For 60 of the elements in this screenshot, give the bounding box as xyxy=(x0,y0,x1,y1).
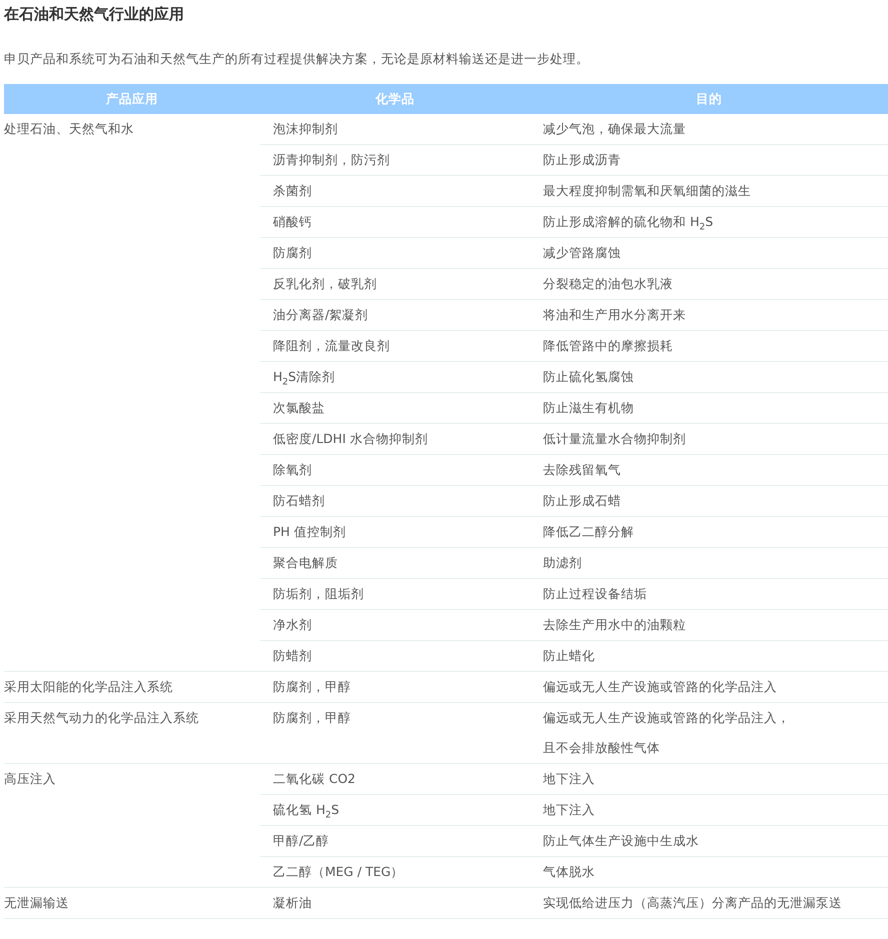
purpose-cell: 最大程度抑制需氧和厌氧细菌的滋生 xyxy=(530,176,888,206)
application-cell: 采用天然气动力的化学品注入系统 xyxy=(4,702,260,764)
purpose-cell: 防止形成石蜡 xyxy=(530,486,888,516)
application-cell: 无泄漏输送 xyxy=(4,888,260,918)
purpose-cell: 偏远或无人生产设施或管路的化学品注入 xyxy=(530,672,888,702)
purpose-cell: 防止气体生产设施中生成水 xyxy=(530,826,888,856)
purpose-cell: 防止滋生有机物 xyxy=(530,392,888,424)
purpose-cell: 防止过程设备结垢 xyxy=(530,578,888,610)
purpose-cell: 气体脱水 xyxy=(530,856,888,888)
chemical-cell: 沥青抑制剂，防污剂 xyxy=(260,144,530,176)
chemical-cell: 泡沫抑制剂 xyxy=(260,114,530,144)
intro-text: 申贝产品和系统可为石油和天然气生产的所有过程提供解决方案，无论是原材料输送还是进一步处理。 xyxy=(4,50,590,68)
column-header: 产品应用 xyxy=(4,84,260,114)
purpose-cell: 偏远或无人生产设施或管路的化学品注入， 且不会排放酸性气体 xyxy=(530,702,888,764)
chemical-cell: 凝析油 xyxy=(260,888,530,918)
chemical-cell: 乙二醇（MEG / TEG） xyxy=(260,856,530,888)
purpose-cell: 防止形成沥青 xyxy=(530,144,888,176)
purpose-cell: 分裂稳定的油包水乳液 xyxy=(530,268,888,300)
purpose-cell: 去除残留氧气 xyxy=(530,454,888,486)
purpose-cell: 防止蜡化 xyxy=(530,640,888,672)
page-title: 在石油和天然气行业的应用 xyxy=(4,4,185,24)
purpose-cell: 实现低给进压力（高蒸汽压）分离产品的无泄漏泵送 xyxy=(530,888,888,918)
application-cell: 高压注入 xyxy=(4,764,260,888)
chemical-cell: 油分离器/絮凝剂 xyxy=(260,300,530,330)
purpose-cell: 将油和生产用水分离开来 xyxy=(530,300,888,330)
chemical-cell: 硫化氢 H$_{2}$S xyxy=(260,794,530,826)
chemical-cell: 聚合电解质 xyxy=(260,548,530,578)
application-cell: 采用太阳能的化学品注入系统 xyxy=(4,672,260,702)
chemical-cell: 反乳化剂，破乳剂 xyxy=(260,268,530,300)
purpose-cell: 防止硫化氢腐蚀 xyxy=(530,362,888,392)
purpose-cell: 防止形成溶解的硫化物和 H$_{2}$S xyxy=(530,206,888,238)
chemical-cell: 次氯酸盐 xyxy=(260,392,530,424)
chemical-cell: 降阻剂，流量改良剂 xyxy=(260,330,530,362)
chemical-cell: 防垢剂，阻垢剂 xyxy=(260,578,530,610)
chemical-cell: 净水剂 xyxy=(260,610,530,640)
purpose-cell: 低计量流量水合物抑制剂 xyxy=(530,424,888,454)
column-header: 化学品 xyxy=(260,84,530,114)
chemical-cell: 除氧剂 xyxy=(260,454,530,486)
purpose-cell: 地下注入 xyxy=(530,764,888,794)
chemical-cell: 硝酸钙 xyxy=(260,206,530,238)
purpose-cell: 地下注入 xyxy=(530,794,888,826)
application-cell: 处理石油、天然气和水 xyxy=(4,114,260,672)
purpose-cell: 去除生产用水中的油颗粒 xyxy=(530,610,888,640)
column-header: 目的 xyxy=(530,84,888,114)
purpose-cell: 减少气泡，确保最大流量 xyxy=(530,114,888,144)
chemical-cell: 防腐剂，甲醇 xyxy=(260,702,530,764)
chemical-cell: 二氧化碳 CO2 xyxy=(260,764,530,794)
chemical-cell: 防腐剂，甲醇 xyxy=(260,672,530,702)
purpose-cell: 减少管路腐蚀 xyxy=(530,238,888,268)
chemical-cell: H$_{2}$S清除剂 xyxy=(260,362,530,392)
purpose-cell: 降低乙二醇分解 xyxy=(530,516,888,548)
chemical-cell: 杀菌剂 xyxy=(260,176,530,206)
chemical-cell: 防蜡剂 xyxy=(260,640,530,672)
chemical-cell: 低密度/LDHI 水合物抑制剂 xyxy=(260,424,530,454)
chemical-cell: 防石蜡剂 xyxy=(260,486,530,516)
chemical-cell: 防腐剂 xyxy=(260,238,530,268)
purpose-cell: 助滤剂 xyxy=(530,548,888,578)
chemical-cell: PH 值控制剂 xyxy=(260,516,530,548)
purpose-cell: 降低管路中的摩擦损耗 xyxy=(530,330,888,362)
chemical-cell: 甲醇/乙醇 xyxy=(260,826,530,856)
